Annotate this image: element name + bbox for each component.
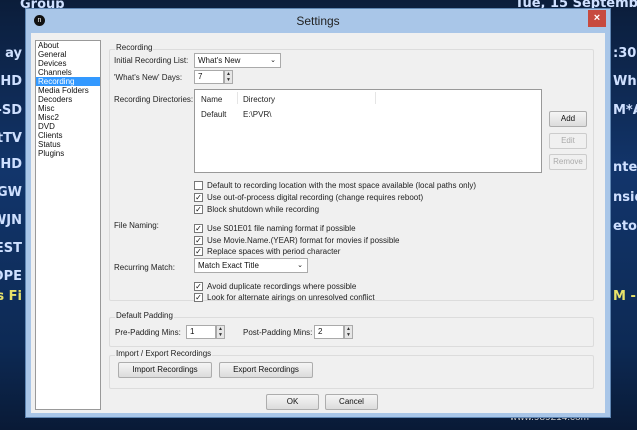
bg-channel-fragment: ay — [5, 46, 22, 61]
file-naming-label: File Naming: — [114, 221, 159, 230]
pre-padding-label: Pre-Padding Mins: — [115, 328, 181, 337]
sidebar-item-channels[interactable]: Channels — [36, 68, 100, 77]
bg-program-fragment: :30 P — [613, 46, 637, 61]
initial-list-select[interactable]: What's New ⌄ — [194, 53, 281, 68]
checkbox-label: Replace spaces with period character — [207, 247, 341, 256]
remove-button[interactable]: Remove — [549, 154, 587, 170]
post-padding-spinner[interactable]: ▲ ▼ — [344, 325, 353, 339]
settings-window: n Settings × About General Devices Channels… — [25, 8, 611, 418]
post-padding-label: Post-Padding Mins: — [243, 328, 313, 337]
settings-category-list[interactable]: About General Devices Channels Recording Medi… — [35, 40, 101, 410]
bg-program-fragment: nter — [613, 160, 637, 175]
sidebar-item-plugins[interactable]: Plugins — [36, 149, 100, 158]
bg-channel-fragment: N-HD — [0, 157, 22, 172]
bg-program-fragment: Whee — [613, 74, 637, 89]
days-input[interactable]: 7 — [194, 70, 224, 84]
days-spinner[interactable]: ▲ ▼ — [224, 70, 233, 84]
days-label: 'What's New' Days: — [114, 73, 183, 82]
bg-channel-fragment: s Fi — [0, 289, 22, 304]
pre-padding-spinner[interactable]: ▲ ▼ — [216, 325, 225, 339]
bg-channel-fragment: U-HD — [0, 74, 22, 89]
column-header-name[interactable]: Name — [201, 95, 222, 104]
bg-channel-fragment: OPE — [0, 269, 22, 284]
checkbox[interactable]: ✓ — [194, 205, 203, 214]
sidebar-item-status[interactable]: Status — [36, 140, 100, 149]
window-title: Settings — [296, 14, 340, 28]
checkbox-label: Block shutdown while recording — [207, 205, 320, 214]
client-area: About General Devices Channels Recording Medi… — [31, 33, 605, 413]
recurring-match-value: Match Exact Title — [198, 261, 259, 270]
table-row[interactable]: Default E:\PVR\ — [195, 108, 541, 120]
sidebar-item-misc[interactable]: Misc — [36, 104, 100, 113]
cancel-button[interactable]: Cancel — [325, 394, 378, 410]
recurring-match-select[interactable]: Match Exact Title ⌄ — [194, 258, 308, 273]
checkbox-label: Use out-of-process digital recording (ch… — [207, 193, 424, 202]
edit-button[interactable]: Edit — [549, 133, 587, 149]
ok-button[interactable]: OK — [266, 394, 319, 410]
bg-program-fragment: etof — [613, 219, 637, 234]
chevron-down-icon: ⌄ — [270, 57, 276, 64]
column-header-directory[interactable]: Directory — [243, 95, 275, 104]
bg-channel-fragment: U-SD — [0, 103, 22, 118]
checkbox[interactable]: ✓ — [194, 282, 203, 291]
sidebar-item-misc2[interactable]: Misc2 — [36, 113, 100, 122]
sidebar-item-dvd[interactable]: DVD — [36, 122, 100, 131]
sidebar-item-about[interactable]: About — [36, 41, 100, 50]
recording-directories-list[interactable]: Name Directory Default E:\PVR\ — [194, 89, 542, 173]
sidebar-item-devices[interactable]: Devices — [36, 59, 100, 68]
bg-channel-fragment: KGW — [0, 185, 22, 200]
recurring-label: Recurring Match: — [114, 263, 175, 272]
import-export-group-label: Import / Export Recordings — [115, 349, 213, 358]
bg-channel-fragment: WJN — [0, 213, 22, 228]
checkbox-label: Look for alternate airings on unresolved… — [207, 293, 375, 302]
row-directory: E:\PVR\ — [243, 110, 272, 119]
post-padding-input[interactable]: 2 — [314, 325, 344, 339]
sidebar-item-media-folders[interactable]: Media Folders — [36, 86, 100, 95]
checkbox[interactable] — [194, 181, 203, 190]
add-button[interactable]: Add — [549, 111, 587, 127]
chevron-down-icon: ⌄ — [297, 262, 303, 269]
checkbox-label: Use Movie.Name.(YEAR) format for movies … — [207, 236, 400, 245]
sidebar-item-recording[interactable]: Recording — [36, 77, 100, 86]
pre-padding-input[interactable]: 1 — [186, 325, 216, 339]
sidebar-item-decoders[interactable]: Decoders — [36, 95, 100, 104]
checkbox-label: Use S01E01 file naming format if possibl… — [207, 224, 356, 233]
dirs-label: Recording Directories: — [114, 95, 194, 104]
initial-list-label: Initial Recording List: — [114, 56, 189, 65]
checkbox-label: Default to recording location with the m… — [207, 181, 477, 190]
bg-program-fragment: M*A* — [613, 103, 637, 118]
row-name: Default — [201, 110, 227, 119]
padding-group-label: Default Padding — [115, 311, 174, 320]
close-button[interactable]: × — [588, 10, 606, 27]
export-recordings-button[interactable]: Export Recordings — [219, 362, 313, 378]
recording-group — [109, 49, 594, 301]
checkbox-label: Avoid duplicate recordings where possibl… — [207, 282, 357, 291]
checkbox[interactable]: ✓ — [194, 247, 203, 256]
checkbox[interactable]: ✓ — [194, 224, 203, 233]
bg-program-fragment: nside — [613, 190, 637, 205]
recording-group-label: Recording — [115, 43, 154, 52]
checkbox[interactable]: ✓ — [194, 293, 203, 302]
bg-channel-fragment: V EST — [0, 241, 22, 256]
bg-channel-fragment: etTV — [0, 131, 22, 146]
checkbox[interactable]: ✓ — [194, 193, 203, 202]
bg-program-fragment: M - — [613, 289, 636, 304]
checkbox[interactable]: ✓ — [194, 236, 203, 245]
initial-list-value: What's New — [198, 56, 241, 65]
sidebar-item-general[interactable]: General — [36, 50, 100, 59]
import-recordings-button[interactable]: Import Recordings — [118, 362, 212, 378]
sidebar-item-clients[interactable]: Clients — [36, 131, 100, 140]
